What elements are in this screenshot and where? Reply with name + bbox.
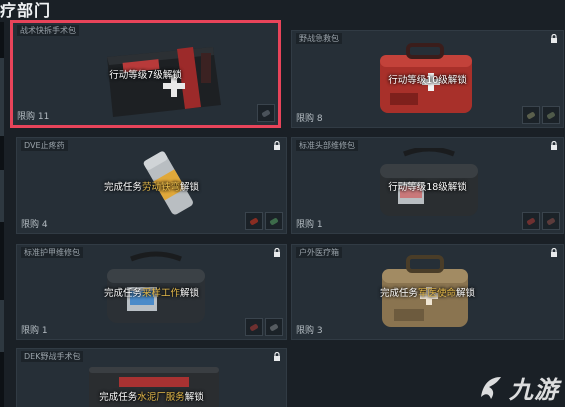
lock-icon (274, 248, 280, 257)
lock-icon (551, 34, 557, 43)
purchase-limit: 限购 1 (296, 220, 323, 230)
shop-card-tactical-surgery-kit[interactable]: 战术快拆手术包 行动等级7级解锁 限购 11 (10, 20, 281, 128)
watermark-text: 九游 (509, 376, 559, 404)
unlock-condition: 完成任务采样工作解锁 (103, 288, 200, 299)
card-name: 标准头部维修包 (296, 140, 358, 151)
purchase-limit: 限购 3 (296, 326, 323, 336)
side-tab-2[interactable] (0, 170, 4, 222)
lock-icon (274, 352, 280, 361)
card-name: 标准护甲维修包 (21, 247, 83, 258)
slot-item-icon (249, 322, 259, 332)
card-name: DEK野战手术包 (21, 351, 84, 362)
slot-item-icon (261, 108, 271, 118)
slot-item-icon (249, 216, 259, 226)
attachment-slot[interactable] (522, 212, 540, 230)
slot-item-icon (526, 216, 536, 226)
unlock-condition: 完成任务水泥厂服务解锁 (99, 392, 204, 403)
attachment-slot[interactable] (265, 318, 283, 336)
card-name: 野战急救包 (296, 33, 342, 44)
side-tab-3[interactable] (0, 300, 4, 352)
attachment-slot[interactable] (265, 212, 283, 230)
watermark-logo-icon (481, 376, 501, 399)
attachment-slot[interactable] (522, 106, 540, 124)
slot-item-icon (269, 216, 279, 226)
slot-item-icon (546, 216, 556, 226)
side-tab-1[interactable] (0, 58, 4, 136)
purchase-limit: 限购 8 (296, 114, 323, 124)
lock-icon (551, 141, 557, 150)
department-title: 疗部门 (0, 1, 52, 20)
attachment-slot[interactable] (245, 212, 263, 230)
card-name: DVE止疼药 (21, 140, 68, 151)
attachment-slots (522, 106, 560, 124)
attachment-slots (257, 104, 275, 122)
slot-item-icon (526, 110, 536, 120)
attachment-slot[interactable] (257, 104, 275, 122)
unlock-condition: 完成任务军医使命解锁 (379, 288, 476, 299)
unlock-condition: 行动等级18级解锁 (388, 181, 467, 193)
shop-card-dve-painkiller[interactable]: DVE止疼药 完成任务劳动铁弯解锁 限购 4 (16, 137, 287, 234)
card-name: 战术快拆手术包 (17, 25, 79, 36)
attachment-slot[interactable] (245, 318, 263, 336)
attachment-slots (245, 212, 283, 230)
unlock-condition: 行动等级7级解锁 (109, 70, 182, 81)
slot-item-icon (546, 110, 556, 120)
purchase-limit: 限购 4 (21, 220, 48, 230)
unlock-condition: 行动等级10级解锁 (388, 75, 467, 86)
attachment-slot[interactable] (542, 106, 560, 124)
shop-card-outdoor-medical-box[interactable]: 户外医疗箱 完成任务军医使命解锁 限购 3 (291, 244, 564, 340)
shop-card-armor-repair-kit[interactable]: 标准护甲维修包 完成任务采样工作解锁 限购 1 (16, 244, 287, 340)
shop-card-head-repair-kit[interactable]: 标准头部维修包 行动等级18级解锁 限购 1 (291, 137, 564, 234)
unlock-condition: 完成任务劳动铁弯解锁 (103, 181, 200, 193)
lock-icon (274, 141, 280, 150)
shop-card-dek-field-surgery-kit[interactable]: DEK野战手术包 完成任务水泥厂服务解锁 (16, 348, 287, 407)
slot-item-icon (269, 322, 279, 332)
attachment-slots (245, 318, 283, 336)
card-name: 户外医疗箱 (296, 247, 342, 258)
lock-icon (551, 248, 557, 257)
attachment-slot[interactable] (542, 212, 560, 230)
site-watermark: 九游 (475, 370, 559, 405)
purchase-limit: 限购 1 (21, 326, 48, 336)
shop-card-field-first-aid-kit[interactable]: 野战急救包 行动等级10级解锁 限购 8 (291, 30, 564, 128)
purchase-limit: 限购 11 (17, 112, 50, 122)
attachment-slots (522, 212, 560, 230)
